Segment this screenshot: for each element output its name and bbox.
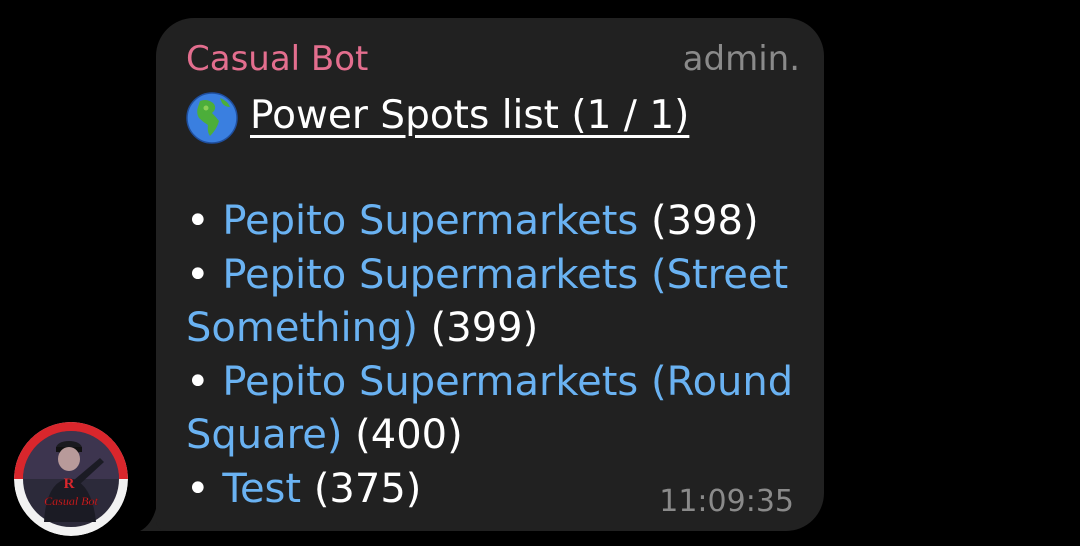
power-spot-count: (375) <box>313 465 422 512</box>
list-item: • Pepito Supermarkets (Round Square) (40… <box>186 356 806 463</box>
power-spot-link[interactable]: Pepito Supermarkets (Round Square) <box>186 359 793 459</box>
power-spot-count: (398) <box>651 198 759 244</box>
bullet: • <box>186 251 210 298</box>
message-title: Power Spots list (1 / 1) <box>186 90 690 144</box>
message-timestamp: 11:09:35 <box>659 484 794 519</box>
bullet: • <box>186 358 210 405</box>
message-bubble: Casual Bot admin. Power Spots list (1 / … <box>156 18 824 531</box>
list-item: • Pepito Supermarkets (Street Something)… <box>186 249 806 356</box>
power-spots-list: • Pepito Supermarkets (398) • Pepito Sup… <box>186 195 806 516</box>
avatar-emblem: R <box>64 476 75 492</box>
power-spot-count: (400) <box>355 412 463 458</box>
power-spot-link[interactable]: Pepito Supermarkets <box>222 198 638 244</box>
bullet: • <box>186 198 210 244</box>
power-spot-count: (399) <box>430 305 539 351</box>
globe-americas-icon <box>186 91 238 144</box>
power-spot-link[interactable]: Test <box>222 466 301 512</box>
list-item: • Pepito Supermarkets (398) <box>186 195 806 249</box>
avatar-label: Casual Bot <box>44 494 98 508</box>
sender-name[interactable]: Casual Bot <box>186 38 368 80</box>
bot-avatar[interactable]: R Casual Bot <box>14 422 128 536</box>
title-text: Power Spots list (1 / 1) <box>250 93 690 138</box>
sender-role: admin. <box>682 39 800 79</box>
bullet: • <box>186 465 210 512</box>
